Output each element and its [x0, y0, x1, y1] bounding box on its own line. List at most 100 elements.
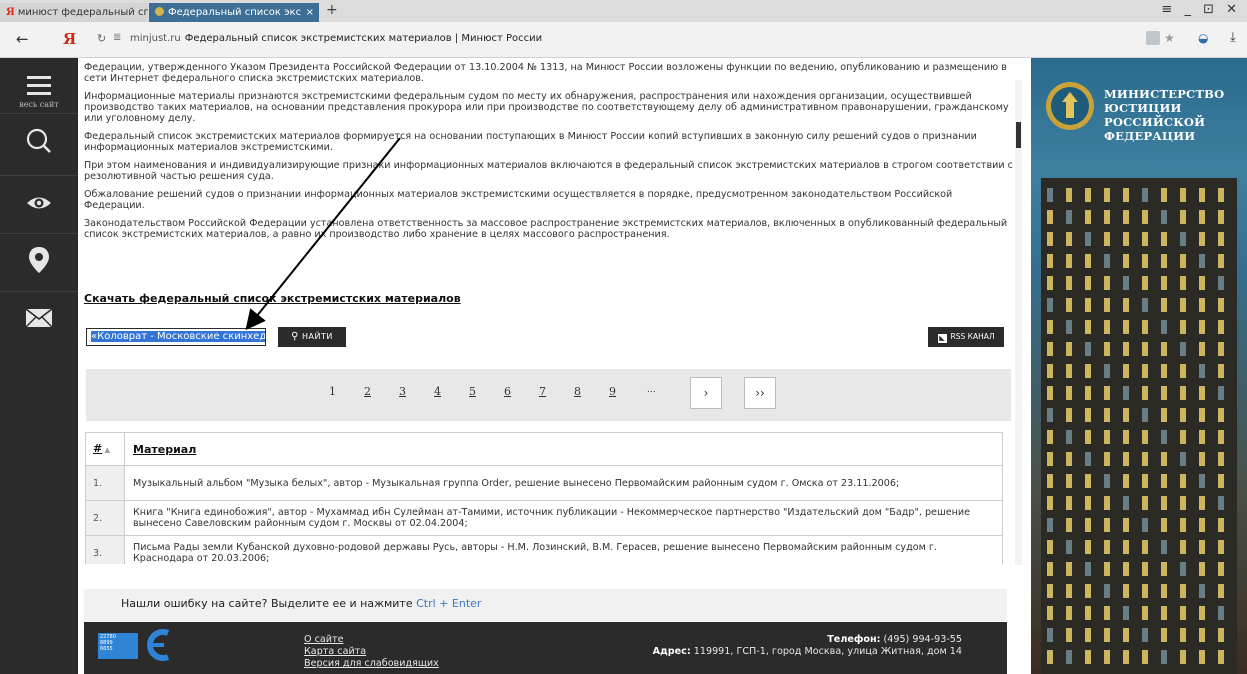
browser-tab-1[interactable]: Яминюст федеральный списо	[0, 3, 148, 22]
hamburger-icon	[27, 76, 51, 79]
eye-icon	[27, 197, 51, 209]
visitor-counter[interactable]: 22780 8899 6655	[98, 633, 138, 659]
window-light	[1066, 650, 1072, 664]
extension-icon[interactable]	[1146, 31, 1160, 45]
window-light	[1199, 320, 1205, 334]
column-number-header[interactable]: # ▲	[85, 432, 125, 466]
page-link[interactable]: 9	[609, 385, 616, 398]
footer-link-about[interactable]: О сайте	[304, 634, 439, 646]
window-light	[1180, 254, 1186, 268]
footer-link-accessible[interactable]: Версия для слабовидящих	[304, 658, 439, 670]
download-list-link[interactable]: Скачать федеральный список экстремистски…	[84, 292, 461, 305]
page-link[interactable]: 2	[364, 385, 371, 398]
window-light	[1199, 342, 1205, 356]
window-light	[1085, 386, 1091, 400]
window-light	[1047, 518, 1053, 532]
window-light	[1047, 584, 1053, 598]
window-light	[1085, 188, 1091, 202]
search-button[interactable]: ⚲ НАЙТИ	[278, 327, 346, 347]
rss-button-label: RSS КАНАЛ	[950, 332, 995, 341]
page-info-icon[interactable]: ≣	[113, 32, 121, 43]
back-button[interactable]: ←	[16, 30, 29, 48]
main-content: Федерации, утвержденного Указом Президен…	[84, 62, 1014, 240]
window-light	[1199, 364, 1205, 378]
window-light	[1085, 364, 1091, 378]
window-light	[1066, 386, 1072, 400]
window-light	[1104, 584, 1110, 598]
window-light	[1161, 496, 1167, 510]
window-light	[1180, 386, 1186, 400]
window-light	[1161, 298, 1167, 312]
window-light	[1218, 628, 1224, 642]
window-light	[1104, 210, 1110, 224]
reload-icon[interactable]: ↻	[97, 32, 106, 45]
window-controls[interactable]: ≡ _ ⊡ ✕	[1161, 2, 1241, 17]
download-icon[interactable]: ⤓	[1230, 30, 1236, 45]
search-sidebar-button[interactable]	[0, 126, 78, 160]
yandex-home-button[interactable]: Я	[63, 30, 76, 48]
window-light	[1161, 320, 1167, 334]
window-light	[1104, 562, 1110, 576]
window-light	[1142, 518, 1148, 532]
window-light	[1199, 188, 1205, 202]
window-light	[1123, 386, 1129, 400]
page-link[interactable]: 7	[539, 385, 546, 398]
address-field[interactable]: minjust.ru Федеральный список экстремистс…	[130, 33, 542, 44]
window-light	[1161, 210, 1167, 224]
intro-paragraph: Федерации, утвержденного Указом Президен…	[84, 62, 1007, 84]
window-light	[1104, 298, 1110, 312]
page-link[interactable]: 4	[434, 385, 441, 398]
last-page-button[interactable]: ››	[744, 377, 776, 409]
window-light	[1180, 342, 1186, 356]
page-link[interactable]: 3	[399, 385, 406, 398]
window-light	[1047, 342, 1053, 356]
phone-label: Телефон:	[827, 634, 881, 645]
window-light	[1066, 188, 1072, 202]
column-material-header[interactable]: Материал	[124, 432, 1003, 466]
feedback-mail-button[interactable]	[0, 308, 78, 332]
window-light	[1199, 276, 1205, 290]
window-light	[1161, 408, 1167, 422]
row-material: Музыкальный альбом "Музыка белых", автор…	[124, 465, 1003, 501]
page-link[interactable]: 5	[469, 385, 476, 398]
window-light	[1161, 540, 1167, 554]
visually-impaired-button[interactable]	[0, 191, 78, 219]
bookmark-star-icon[interactable]: ★	[1164, 31, 1175, 45]
window-light	[1123, 540, 1129, 554]
table-row: 1. Музыкальный альбом "Музыка белых", ав…	[85, 465, 1003, 501]
browser-tab-2-active[interactable]: Федеральный список экс ×	[149, 3, 319, 22]
content-scrollbar[interactable]	[1015, 80, 1022, 565]
window-light	[1142, 628, 1148, 642]
window-light	[1180, 298, 1186, 312]
footer-link-sitemap[interactable]: Карта сайта	[304, 646, 439, 658]
tab-close-icon[interactable]: ×	[306, 3, 314, 22]
window-light	[1180, 320, 1186, 334]
rss-feed-button[interactable]: ◣ RSS КАНАЛ	[928, 327, 1004, 347]
protect-extension-icon[interactable]: ◒	[1198, 31, 1208, 45]
window-light	[1218, 298, 1224, 312]
window-light	[1047, 452, 1053, 466]
window-light	[1199, 298, 1205, 312]
page-link[interactable]: 6	[504, 385, 511, 398]
page-link[interactable]: 8	[574, 385, 581, 398]
window-light	[1085, 254, 1091, 268]
search-input[interactable]: «Коловрат - Московские скинхед	[86, 328, 266, 346]
window-light	[1142, 408, 1148, 422]
window-light	[1142, 430, 1148, 444]
contacts-map-button[interactable]	[0, 246, 78, 278]
menu-button[interactable]: весь сайт	[0, 76, 78, 109]
window-light	[1123, 364, 1129, 378]
window-light	[1047, 298, 1053, 312]
window-light	[1218, 540, 1224, 554]
content-scrollbar-thumb[interactable]	[1016, 122, 1021, 148]
new-tab-button[interactable]: +	[326, 2, 338, 18]
counter-logo-icon[interactable]	[142, 628, 170, 662]
next-page-button[interactable]: ›	[690, 377, 722, 409]
window-light	[1123, 474, 1129, 488]
intro-paragraph: Информационные материалы признаются экст…	[84, 91, 1009, 124]
window-light	[1104, 650, 1110, 664]
window-light	[1066, 342, 1072, 356]
window-light	[1199, 540, 1205, 554]
ministry-emblem-icon[interactable]	[1044, 80, 1096, 132]
url-page-title: Федеральный список экстремистских матери…	[184, 33, 543, 44]
